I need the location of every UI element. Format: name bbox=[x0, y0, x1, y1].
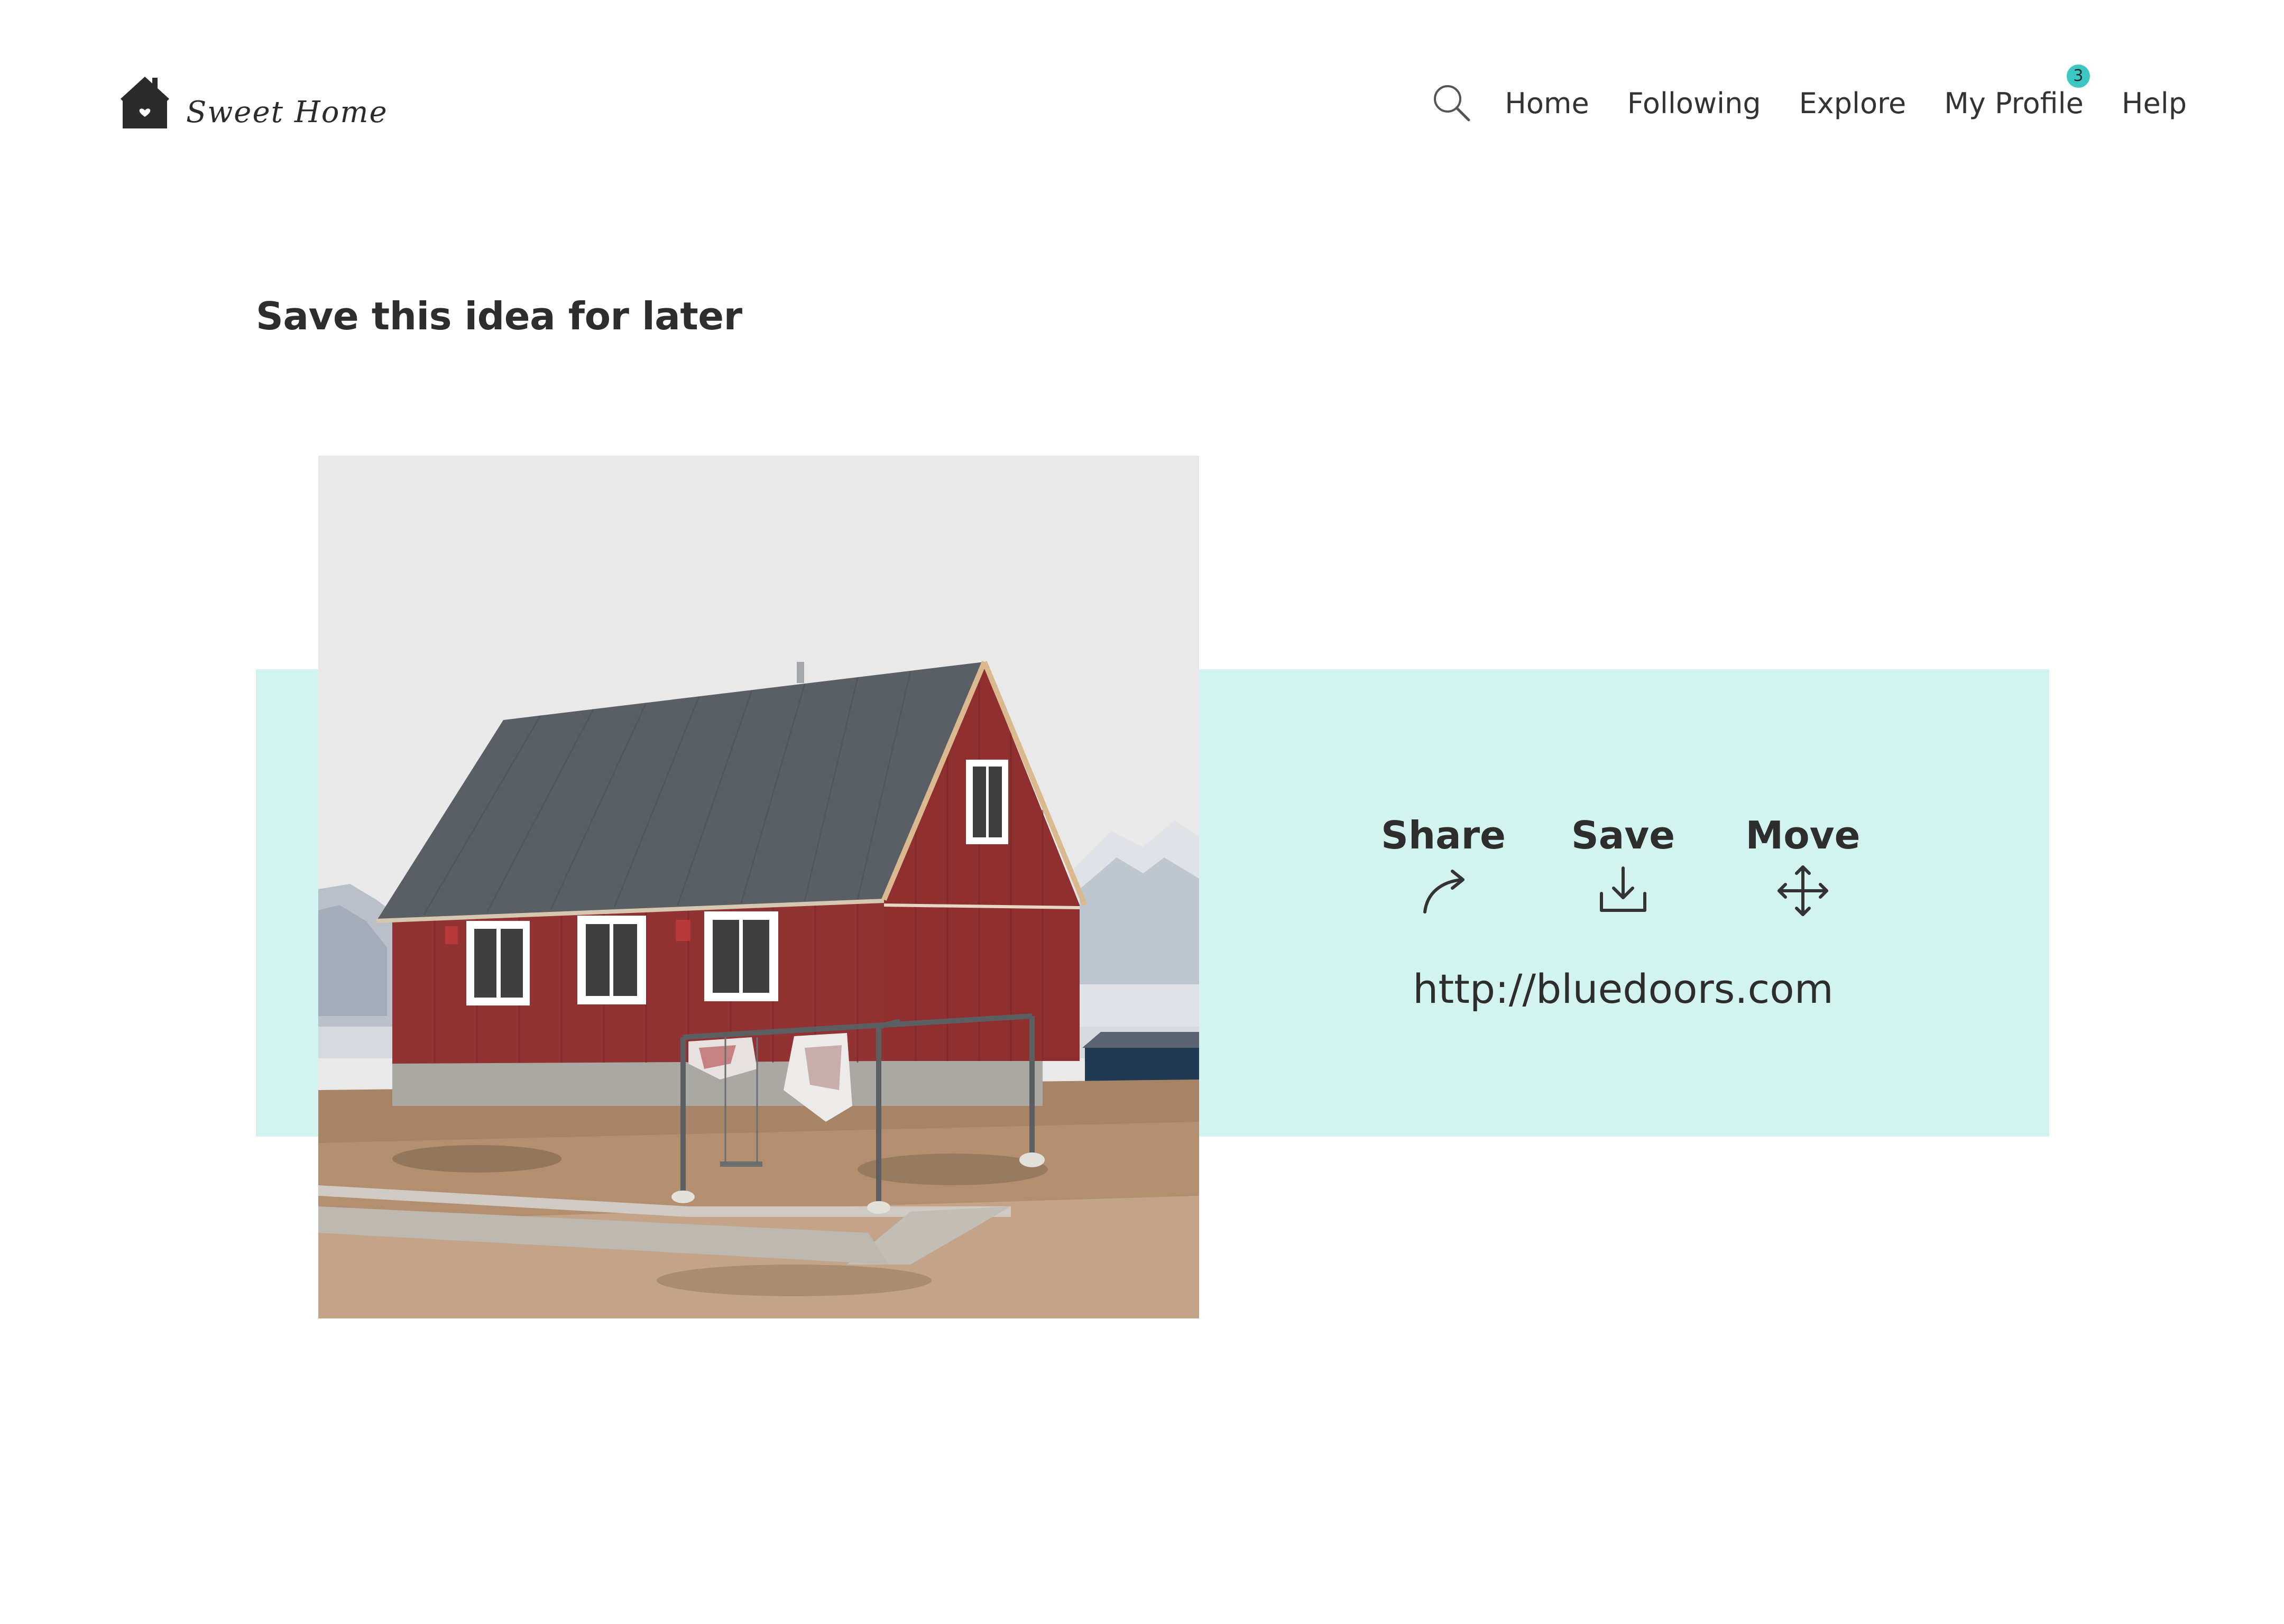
page-title: Save this idea for later bbox=[256, 294, 742, 338]
share-arrow-icon bbox=[1423, 870, 1465, 914]
move-label: Move bbox=[1745, 813, 1861, 857]
main-nav: Home Following Explore My Profile 3 Help bbox=[1431, 64, 2187, 127]
move-button[interactable]: Move bbox=[1713, 809, 1893, 922]
move-arrows-icon bbox=[1778, 865, 1828, 916]
nav-my-profile[interactable]: My Profile 3 bbox=[1944, 64, 2090, 120]
house-heart-icon bbox=[121, 76, 169, 128]
share-label: Share bbox=[1380, 813, 1506, 857]
house-illustration bbox=[318, 456, 1199, 1318]
nav-my-profile-label: My Profile bbox=[1944, 86, 2084, 120]
nav-following[interactable]: Following bbox=[1627, 87, 1761, 120]
source-url-link[interactable]: http://bluedoors.com bbox=[1353, 965, 1893, 1012]
save-label: Save bbox=[1571, 813, 1675, 857]
share-button[interactable]: Share bbox=[1353, 809, 1533, 922]
save-button[interactable]: Save bbox=[1533, 809, 1713, 922]
nav-explore[interactable]: Explore bbox=[1799, 87, 1907, 120]
brand-name: Sweet Home bbox=[186, 95, 388, 130]
notification-badge: 3 bbox=[2066, 64, 2090, 88]
idea-actions: Share Save Move bbox=[1353, 809, 1893, 922]
search-icon[interactable] bbox=[1431, 82, 1473, 124]
brand-logo[interactable]: Sweet Home bbox=[119, 74, 388, 130]
nav-help[interactable]: Help bbox=[2122, 87, 2187, 120]
nav-home[interactable]: Home bbox=[1505, 87, 1589, 120]
red-house-photo[interactable] bbox=[318, 456, 1199, 1318]
download-icon bbox=[1600, 866, 1646, 912]
